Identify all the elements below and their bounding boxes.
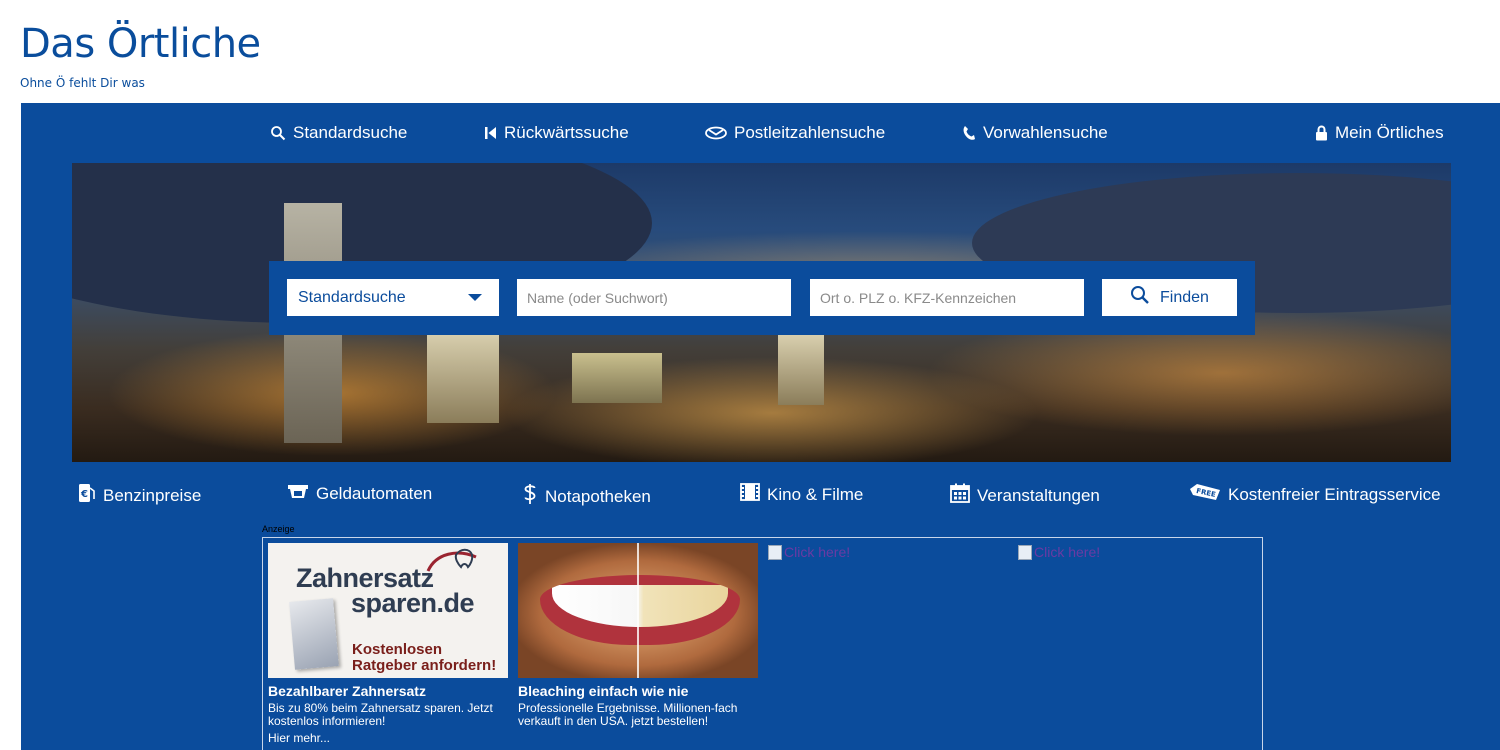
hero-building-3	[572, 353, 662, 403]
lock-icon	[1315, 125, 1328, 141]
nav-mein-oertliches-label: Mein Örtliches	[1335, 123, 1444, 142]
nav-standardsuche-label: Standardsuche	[293, 123, 408, 142]
nav-vorwahlensuche[interactable]: Vorwahlensuche	[962, 123, 1108, 143]
calendar-icon	[950, 483, 970, 508]
nav-postleitzahlensuche-label: Postleitzahlensuche	[734, 123, 886, 142]
nav-rueckwaertssuche[interactable]: Rückwärtssuche	[484, 123, 629, 143]
subnav-veranstaltungen-label: Veranstaltungen	[977, 485, 1100, 505]
ad-zahnersatz-more-link[interactable]: Hier mehr...	[268, 731, 508, 745]
subnav-benzinpreise[interactable]: € Benzinpreise	[78, 483, 201, 508]
subnav-kino-filme-label: Kino & Filme	[767, 484, 864, 504]
ad-zahnersatz-image-line2: sparen.de	[351, 588, 475, 618]
envelope-icon	[705, 126, 727, 140]
logo-tagline: Ohne Ö fehlt Dir was	[20, 76, 145, 90]
search-type-select[interactable]: Standardsuche	[287, 279, 499, 316]
before-after-divider	[637, 543, 639, 678]
smile-image	[540, 575, 740, 645]
nav-rueckwaertssuche-label: Rückwärtssuche	[504, 123, 629, 142]
find-button[interactable]: Finden	[1102, 279, 1237, 316]
search-type-value: Standardsuche	[298, 288, 406, 306]
ad-box: Zahnersatz sparen.de Kostenlosen Ratgebe…	[262, 537, 1263, 750]
place-search-input[interactable]	[810, 279, 1084, 316]
subnav-eintragsservice-label: Kostenfreier Eintragsservice	[1228, 484, 1441, 504]
ad-broken-image-2-alt: Click here!	[1034, 544, 1101, 560]
broken-image-icon	[768, 544, 782, 560]
search-icon	[270, 125, 286, 141]
teeth-image	[552, 585, 728, 627]
search-box: Standardsuche Finden	[269, 261, 1255, 335]
subnav-geldautomaten[interactable]: Geldautomaten	[287, 483, 432, 504]
logo[interactable]: Das Örtliche Ohne Ö fehlt Dir was	[20, 20, 261, 90]
atm-icon	[287, 483, 309, 504]
nav-vorwahlensuche-label: Vorwahlensuche	[983, 123, 1108, 142]
broken-image-icon	[1018, 544, 1032, 560]
ad-bleaching: Bleaching einfach wie nie Professionelle…	[518, 543, 758, 728]
top-navigation: Standardsuche Rückwärtssuche Postleitzah…	[21, 103, 1500, 163]
ad-broken-image-1-alt: Click here!	[784, 544, 851, 560]
free-tag-icon: FREE	[1189, 483, 1221, 506]
logo-title: Das Örtliche	[20, 21, 261, 67]
main-panel: Standardsuche Rückwärtssuche Postleitzah…	[21, 103, 1500, 750]
skip-back-icon	[484, 126, 497, 140]
tooth-logo-icon	[426, 547, 486, 584]
ad-bleaching-text: Professionelle Ergebnisse. Millionen-fac…	[518, 701, 738, 728]
subnav-notapotheken-label: Notapotheken	[545, 486, 651, 506]
chevron-down-icon	[468, 294, 482, 301]
find-button-label: Finden	[1160, 288, 1209, 306]
ad-zahnersatz-image[interactable]: Zahnersatz sparen.de Kostenlosen Ratgebe…	[268, 543, 508, 678]
ad-zahnersatz-image-cta2: Ratgeber anfordern!	[352, 657, 497, 674]
ad-broken-image-2[interactable]: Click here!	[1018, 544, 1100, 560]
phone-icon	[962, 125, 976, 141]
svg-text:€: €	[80, 489, 88, 500]
fuel-icon: €	[78, 483, 96, 508]
subnav-notapotheken[interactable]: Notapotheken	[522, 483, 651, 510]
nav-mein-oertliches[interactable]: Mein Örtliches	[1315, 123, 1444, 143]
nav-postleitzahlensuche[interactable]: Postleitzahlensuche	[705, 123, 885, 143]
ad-zahnersatz-image-cta1: Kostenlosen	[352, 641, 443, 658]
hero-building-2	[778, 335, 824, 405]
search-icon	[1130, 285, 1150, 310]
ad-label: Anzeige	[262, 524, 295, 534]
hero-building-1	[427, 333, 499, 423]
pharmacy-icon	[522, 483, 538, 510]
ad-broken-image-1[interactable]: Click here!	[768, 544, 850, 560]
subnav-geldautomaten-label: Geldautomaten	[316, 483, 433, 503]
name-search-input[interactable]	[517, 279, 791, 316]
subnav-veranstaltungen[interactable]: Veranstaltungen	[950, 483, 1100, 508]
ad-bleaching-image[interactable]	[518, 543, 758, 678]
ad-zahnersatz-text: Bis zu 80% beim Zahnersatz sparen. Jetzt…	[268, 701, 493, 728]
subnav-eintragsservice[interactable]: FREE Kostenfreier Eintragsservice	[1189, 483, 1441, 506]
ad-zahnersatz-title[interactable]: Bezahlbarer Zahnersatz	[268, 683, 508, 700]
subnav-benzinpreise-label: Benzinpreise	[103, 485, 202, 505]
nav-standardsuche[interactable]: Standardsuche	[270, 123, 407, 143]
subnav-kino-filme[interactable]: Kino & Filme	[740, 483, 863, 506]
ad-bleaching-title[interactable]: Bleaching einfach wie nie	[518, 683, 758, 700]
hero-city-image: Standardsuche Finden	[72, 163, 1451, 462]
ad-zahnersatz: Zahnersatz sparen.de Kostenlosen Ratgebe…	[268, 543, 508, 745]
brochure-image	[289, 598, 339, 670]
film-icon	[740, 483, 760, 506]
